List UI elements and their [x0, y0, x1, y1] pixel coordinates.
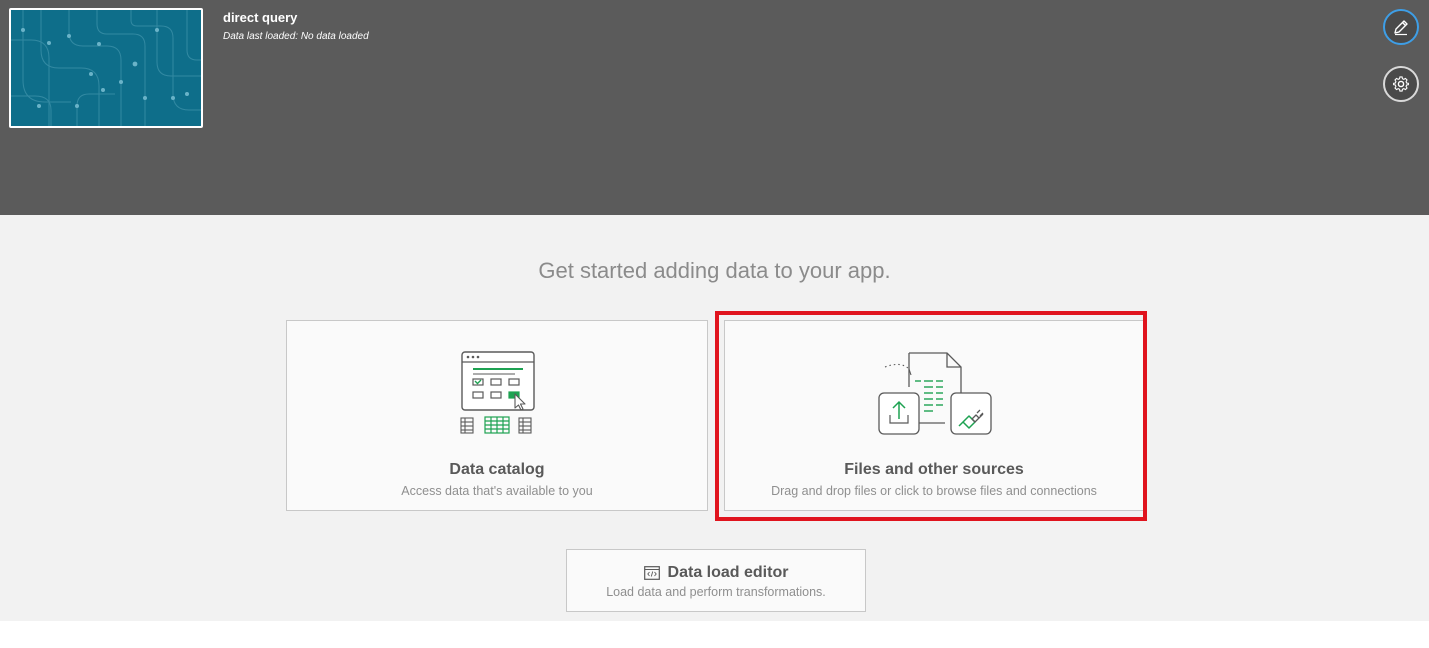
script-editor-icon: [643, 566, 660, 580]
settings-button[interactable]: [1383, 66, 1419, 102]
app-header: direct query Data last loaded: No data l…: [0, 0, 1429, 215]
data-catalog-description: Access data that's available to you: [401, 484, 593, 498]
data-catalog-icon: [460, 351, 535, 434]
files-sources-icon: [878, 352, 992, 435]
data-catalog-card[interactable]: Data catalog Access data that's availabl…: [286, 320, 708, 511]
data-load-editor-card[interactable]: Data load editor Load data and perform t…: [566, 549, 866, 612]
data-load-editor-title: Data load editor: [667, 564, 789, 581]
gear-icon: [1393, 76, 1409, 92]
data-last-loaded-text: Data last loaded: No data loaded: [223, 31, 369, 42]
data-load-editor-description: Load data and perform transformations.: [606, 585, 826, 599]
add-data-panel: Get started adding data to your app. Dat…: [0, 215, 1429, 621]
files-sources-title: Files and other sources: [844, 461, 1024, 478]
data-catalog-title: Data catalog: [449, 461, 545, 478]
circuit-pattern-icon: [11, 10, 201, 126]
app-title: direct query: [223, 10, 298, 25]
app-thumbnail: [9, 8, 203, 128]
pencil-icon: [1394, 20, 1408, 36]
files-sources-description: Drag and drop files or click to browse f…: [771, 484, 1097, 498]
data-load-editor-header: Data load editor: [567, 564, 865, 582]
edit-button[interactable]: [1383, 9, 1419, 45]
files-and-other-sources-card[interactable]: Files and other sources Drag and drop fi…: [724, 320, 1144, 511]
page-headline: Get started adding data to your app.: [538, 258, 891, 283]
